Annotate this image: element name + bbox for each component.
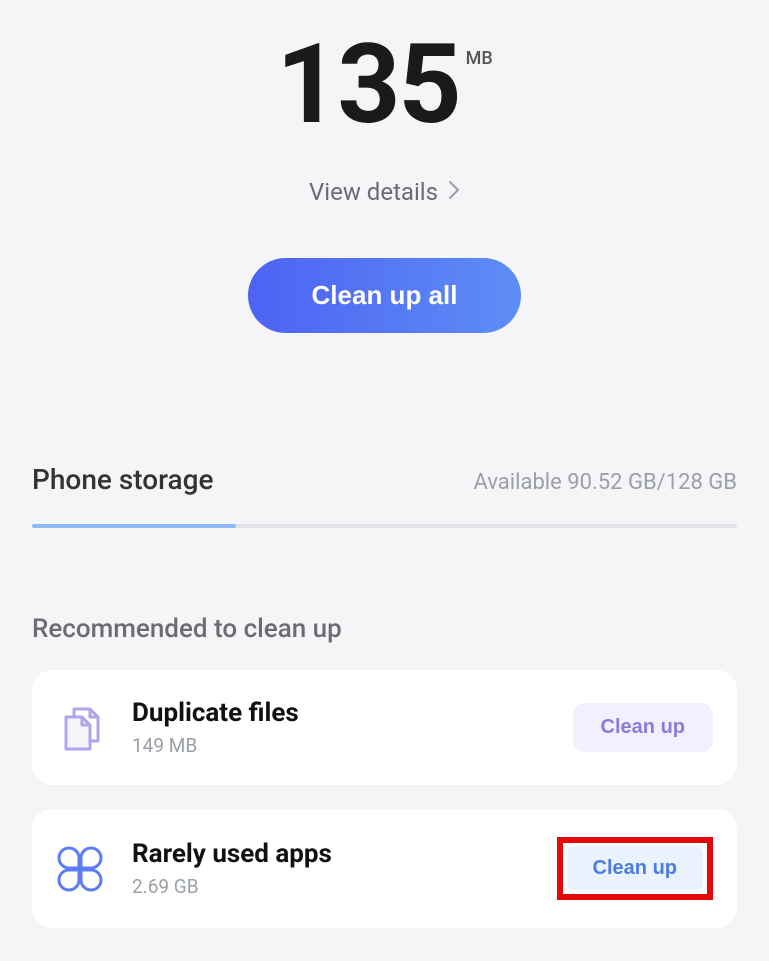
trash-size-unit: MB	[466, 48, 493, 69]
trash-summary: 135 MB	[276, 30, 492, 140]
storage-header: Phone storage Available 90.52 GB/128 GB	[0, 463, 769, 496]
card-title: Duplicate files	[132, 698, 573, 728]
storage-progress-fill	[32, 524, 236, 528]
highlight-box: Clean up	[557, 837, 713, 900]
card-title: Rarely used apps	[132, 839, 557, 869]
clean-up-button[interactable]: Clean up	[567, 847, 703, 890]
recommendation-card[interactable]: Duplicate files 149 MB Clean up	[32, 670, 737, 785]
duplicate-files-icon	[56, 704, 104, 752]
clean-up-all-button[interactable]: Clean up all	[248, 258, 522, 333]
recommended-title: Recommended to clean up	[0, 614, 769, 644]
view-details-label: View details	[309, 178, 438, 206]
card-size: 2.69 GB	[132, 875, 557, 898]
card-size: 149 MB	[132, 734, 573, 757]
storage-progress-bar	[32, 524, 737, 528]
storage-available-text: Available 90.52 GB/128 GB	[474, 470, 738, 495]
clean-up-button[interactable]: Clean up	[573, 703, 713, 752]
trash-size-number: 135	[276, 30, 459, 140]
chevron-right-icon	[448, 178, 460, 206]
view-details-link[interactable]: View details	[309, 178, 460, 206]
apps-grid-icon	[56, 845, 104, 893]
recommendation-card[interactable]: Rarely used apps 2.69 GB Clean up	[32, 809, 737, 928]
storage-title: Phone storage	[32, 463, 214, 496]
